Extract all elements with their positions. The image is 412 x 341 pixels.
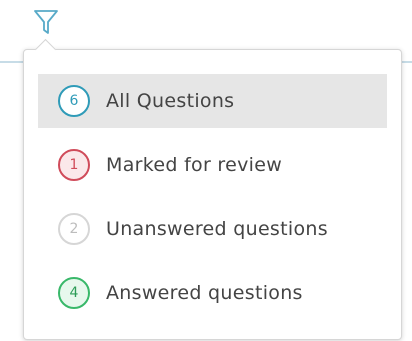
filter-dropdown: 6 All Questions 1 Marked for review 2 Un… — [23, 38, 402, 340]
menu-item-label: Marked for review — [106, 154, 283, 176]
count-badge: 1 — [58, 149, 90, 181]
menu-item-label: Answered questions — [106, 282, 303, 304]
count-badge: 4 — [58, 277, 90, 309]
filter-button[interactable] — [31, 6, 61, 38]
menu-item-label: All Questions — [106, 90, 235, 112]
count-badge: 6 — [58, 85, 90, 117]
menu-item-label: Unanswered questions — [106, 218, 328, 240]
count-badge: 2 — [58, 213, 90, 245]
menu-item-answered-questions[interactable]: 4 Answered questions — [38, 266, 387, 320]
dropdown-caret — [34, 38, 57, 61]
menu-item-unanswered-questions[interactable]: 2 Unanswered questions — [38, 202, 387, 256]
menu-item-all-questions[interactable]: 6 All Questions — [38, 74, 387, 128]
filter-menu: 6 All Questions 1 Marked for review 2 Un… — [38, 74, 387, 330]
menu-item-marked-for-review[interactable]: 1 Marked for review — [38, 138, 387, 192]
page: 6 All Questions 1 Marked for review 2 Un… — [0, 0, 412, 341]
funnel-icon — [34, 10, 58, 34]
